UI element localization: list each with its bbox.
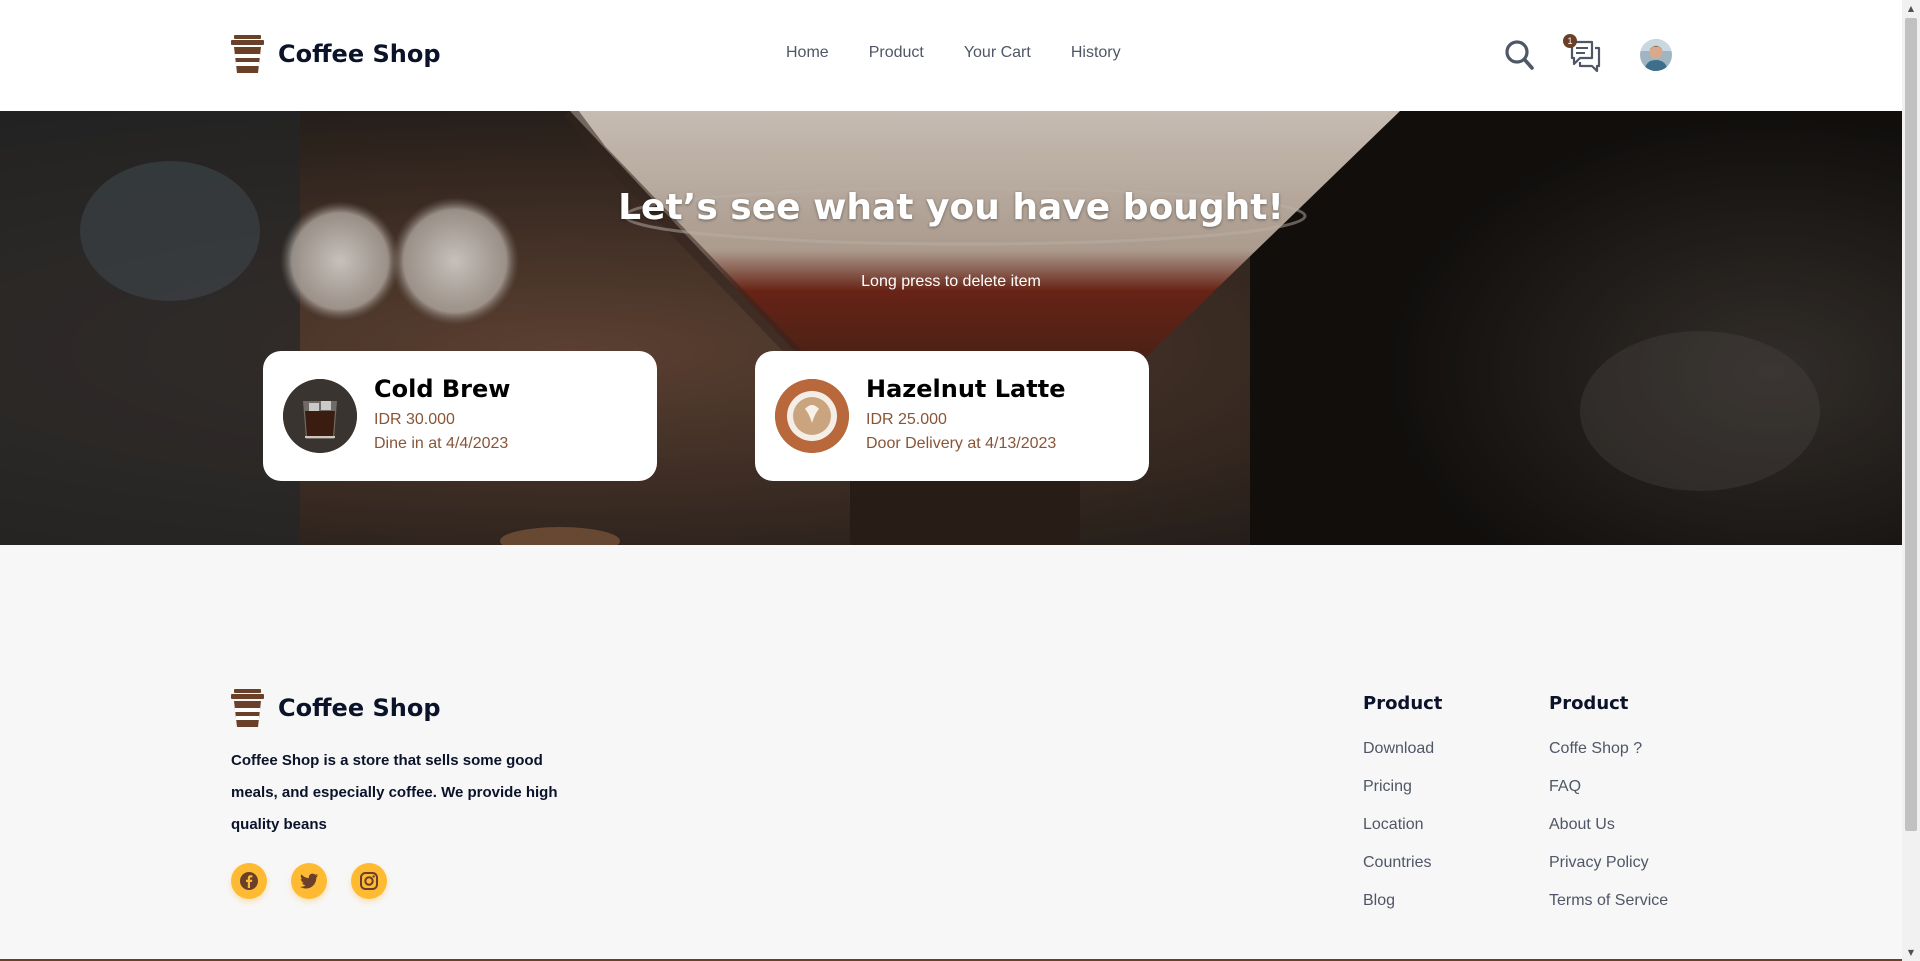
footer-link-countries[interactable]: Countries	[1363, 854, 1442, 892]
footer-link-privacy-policy[interactable]: Privacy Policy	[1549, 854, 1668, 892]
footer-brand-name: Coffee Shop	[278, 694, 441, 722]
twitter-icon	[300, 873, 318, 889]
footer-link-blog[interactable]: Blog	[1363, 892, 1442, 930]
hero-title: Let’s see what you have bought!	[618, 187, 1284, 228]
footer-column-product: Product Download Pricing Location Countr…	[1363, 693, 1442, 930]
coffee-cup-icon	[231, 689, 264, 727]
footer-link-faq[interactable]: FAQ	[1549, 778, 1668, 816]
brand-logo[interactable]: Coffee Shop	[231, 35, 441, 73]
hero-banner: Let’s see what you have bought! Long pre…	[0, 111, 1902, 545]
footer-link-terms-of-service[interactable]: Terms of Service	[1549, 892, 1668, 930]
nav-product[interactable]: Product	[869, 44, 924, 62]
facebook-link[interactable]	[231, 863, 267, 899]
footer-column-title: Product	[1549, 693, 1629, 714]
order-detail: Door Delivery at 4/13/2023	[866, 435, 1057, 452]
coffee-cup-icon	[231, 35, 264, 73]
footer: Coffee Shop Coffee Shop is a store that …	[0, 545, 1902, 961]
nav-your-cart[interactable]: Your Cart	[964, 44, 1031, 62]
nav-history[interactable]: History	[1071, 44, 1121, 62]
top-navbar: Coffee Shop Home Product Your Cart Histo…	[0, 0, 1902, 111]
scroll-down-arrow-icon[interactable]: ▼	[1902, 944, 1920, 961]
footer-link-about-us[interactable]: About Us	[1549, 816, 1668, 854]
footer-column-title: Product	[1363, 693, 1443, 714]
footer-description: Coffee Shop is a store that sells some g…	[231, 752, 558, 833]
footer-link-pricing[interactable]: Pricing	[1363, 778, 1442, 816]
footer-column-engage: Product Coffe Shop ? FAQ About Us Privac…	[1549, 693, 1668, 930]
notification-badge: 1	[1563, 34, 1577, 48]
product-image-cold-brew	[283, 379, 357, 453]
order-detail: Dine in at 4/4/2023	[374, 435, 509, 452]
instagram-link[interactable]	[351, 863, 387, 899]
history-card[interactable]: Cold Brew IDR 30.000 Dine in at 4/4/2023	[263, 351, 657, 481]
history-card[interactable]: Hazelnut Latte IDR 25.000 Door Delivery …	[755, 351, 1149, 481]
social-links	[231, 863, 387, 899]
facebook-icon	[240, 872, 258, 890]
brand-name: Coffee Shop	[278, 40, 441, 68]
footer-link-location[interactable]: Location	[1363, 816, 1442, 854]
user-avatar[interactable]	[1640, 39, 1672, 71]
product-image-hazelnut-latte	[775, 379, 849, 453]
scrollbar-thumb[interactable]	[1905, 18, 1917, 831]
nav-home[interactable]: Home	[786, 44, 829, 62]
search-icon[interactable]	[1504, 38, 1534, 72]
main-nav: Home Product Your Cart History	[786, 44, 1121, 62]
footer-link-coffee-shop[interactable]: Coffe Shop ?	[1549, 740, 1668, 778]
scroll-up-arrow-icon[interactable]: ▲	[1902, 0, 1920, 17]
product-name: Hazelnut Latte	[866, 375, 1066, 403]
twitter-link[interactable]	[291, 863, 327, 899]
product-price: IDR 30.000	[374, 411, 455, 428]
instagram-icon	[360, 872, 378, 890]
hero-subtitle: Long press to delete item	[861, 273, 1041, 290]
footer-link-download[interactable]: Download	[1363, 740, 1442, 778]
product-price: IDR 25.000	[866, 411, 947, 428]
footer-brand-logo[interactable]: Coffee Shop	[231, 689, 441, 727]
product-name: Cold Brew	[374, 375, 511, 403]
